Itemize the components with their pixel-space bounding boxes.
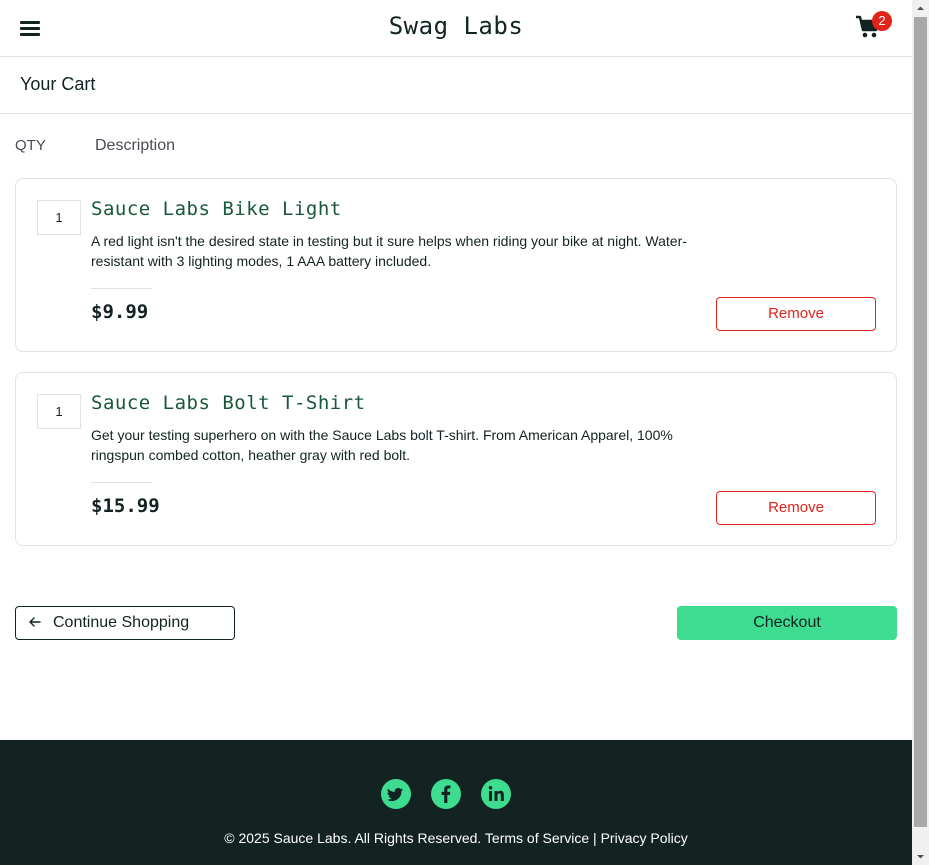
- cart-item: 1 Sauce Labs Bike Light A red light isn'…: [15, 178, 897, 352]
- price-divider: [91, 482, 152, 483]
- facebook-icon[interactable]: [431, 779, 461, 809]
- continue-shopping-label: Continue Shopping: [53, 614, 190, 631]
- item-description: A red light isn't the desired state in t…: [91, 233, 687, 269]
- item-name-link[interactable]: Sauce Labs Bolt T-Shirt: [91, 392, 366, 414]
- linkedin-icon[interactable]: [481, 779, 511, 809]
- twitter-icon[interactable]: [381, 779, 411, 809]
- item-description: Get your testing superhero on with the S…: [91, 427, 673, 463]
- checkout-button[interactable]: Checkout: [677, 606, 897, 640]
- qty-column-label: QTY: [15, 137, 46, 154]
- scroll-down-arrow-icon[interactable]: [912, 848, 929, 865]
- footer: © 2025 Sauce Labs. All Rights Reserved. …: [0, 740, 912, 865]
- cart-item: 1 Sauce Labs Bolt T-Shirt Get your testi…: [15, 372, 897, 546]
- vertical-scrollbar[interactable]: [912, 0, 929, 865]
- footer-copyright: © 2025 Sauce Labs. All Rights Reserved. …: [224, 830, 688, 846]
- remove-button[interactable]: Remove: [716, 491, 876, 525]
- description-column-label: Description: [95, 137, 176, 154]
- page-title: Your Cart: [20, 74, 96, 94]
- secondary-header: Your Cart: [0, 57, 912, 114]
- item-quantity: 1: [37, 394, 81, 429]
- scroll-up-arrow-icon[interactable]: [912, 0, 929, 17]
- cart-badge: 2: [872, 11, 892, 31]
- arrow-left-icon: [29, 617, 41, 627]
- item-quantity: 1: [37, 200, 81, 235]
- scrollbar-thumb[interactable]: [914, 17, 927, 827]
- continue-shopping-button[interactable]: Continue Shopping: [15, 606, 235, 640]
- item-price: $15.99: [91, 495, 160, 517]
- item-price: $9.99: [91, 301, 149, 323]
- primary-header: Swag Labs 2: [0, 0, 912, 57]
- price-divider: [91, 288, 152, 289]
- item-name-link[interactable]: Sauce Labs Bike Light: [91, 198, 342, 220]
- remove-button[interactable]: Remove: [716, 297, 876, 331]
- cart-page: Swag Labs 2 Your Cart QTY Description 1 …: [0, 0, 912, 865]
- app-logo: Swag Labs: [388, 12, 524, 40]
